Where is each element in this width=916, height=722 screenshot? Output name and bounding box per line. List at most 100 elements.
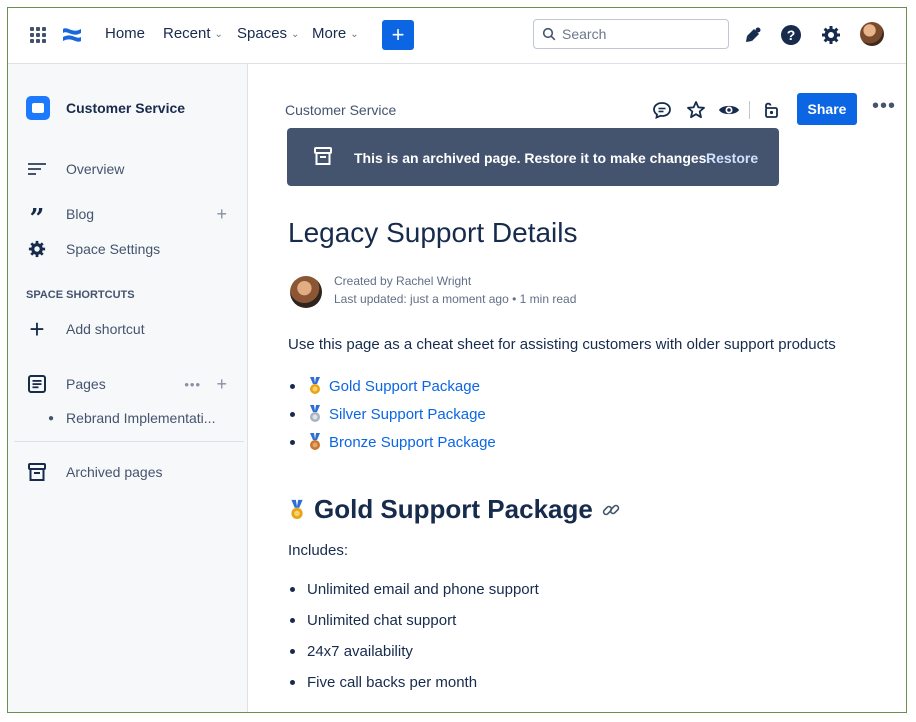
bullet-icon bbox=[290, 587, 295, 592]
search-icon bbox=[542, 27, 556, 41]
space-icon bbox=[26, 96, 50, 120]
feature-text: Five call backs per month bbox=[307, 674, 478, 691]
bronze-medal-icon bbox=[310, 433, 320, 450]
feature-text: Unlimited email and phone support bbox=[307, 581, 539, 598]
section-heading: Gold Support Package bbox=[288, 494, 621, 525]
list-item: Unlimited email and phone support bbox=[290, 574, 539, 605]
space-header[interactable]: Customer Service bbox=[26, 96, 185, 120]
sidebar: Customer Service Overview ” Blog + Space… bbox=[8, 64, 248, 712]
list-item: Unlimited chat support bbox=[290, 605, 539, 636]
banner-message: This is an archived page. Restore it to … bbox=[354, 150, 711, 166]
overview-icon bbox=[26, 158, 48, 180]
nav-more-label: More bbox=[312, 25, 347, 42]
notifications-icon[interactable] bbox=[742, 24, 764, 46]
more-actions-icon[interactable]: ••• bbox=[872, 96, 896, 116]
nav-home-link[interactable]: Home bbox=[105, 25, 145, 42]
nav-home-label: Home bbox=[105, 25, 146, 42]
chevron-down-icon: ⌄ bbox=[350, 29, 359, 40]
nav-spaces-dropdown[interactable]: Spaces ⌄ bbox=[237, 25, 299, 42]
sidebar-item-label: Overview bbox=[66, 161, 125, 177]
chevron-down-icon: ⌄ bbox=[291, 29, 300, 40]
more-options-icon[interactable]: ••• bbox=[184, 377, 201, 392]
bullet-icon bbox=[290, 383, 295, 389]
add-shortcut-label: Add shortcut bbox=[66, 321, 145, 337]
bullet-icon bbox=[290, 618, 295, 623]
bullet-icon bbox=[290, 680, 295, 685]
includes-label: Includes: bbox=[288, 542, 349, 559]
intro-paragraph: Use this page as a cheat sheet for assis… bbox=[288, 336, 836, 353]
toc-list: Gold Support Package Silver Support Pack… bbox=[290, 372, 496, 456]
bullet-icon bbox=[290, 439, 295, 445]
comment-icon[interactable] bbox=[652, 99, 672, 121]
sidebar-item-overview[interactable]: Overview bbox=[26, 158, 231, 180]
divider bbox=[14, 441, 244, 442]
plus-icon: + bbox=[29, 313, 45, 344]
quote-icon: ” bbox=[29, 204, 45, 234]
sidebar-item-archived-pages[interactable]: Archived pages bbox=[26, 461, 231, 483]
silver-medal-icon bbox=[310, 405, 320, 422]
sidebar-item-label: Pages bbox=[66, 376, 106, 392]
archive-icon bbox=[26, 461, 48, 483]
svg-text:?: ? bbox=[787, 27, 796, 43]
author-avatar[interactable] bbox=[290, 276, 322, 308]
sidebar-item-space-settings[interactable]: Space Settings bbox=[26, 238, 231, 260]
created-by[interactable]: Created by Rachel Wright bbox=[334, 274, 471, 288]
last-updated-text[interactable]: Last updated: just a moment ago bbox=[334, 292, 509, 306]
toc-link-gold[interactable]: Gold Support Package bbox=[329, 378, 480, 395]
space-name: Customer Service bbox=[66, 100, 186, 116]
list-item: Bronze Support Package bbox=[290, 428, 496, 456]
archived-banner: This is an archived page. Restore it to … bbox=[287, 128, 779, 186]
last-updated: Last updated: just a moment ago • 1 min … bbox=[334, 292, 576, 306]
add-blog-icon[interactable]: + bbox=[216, 204, 227, 225]
help-icon[interactable]: ? bbox=[780, 24, 802, 46]
feature-text: 24x7 availability bbox=[307, 643, 413, 660]
toc-link-silver[interactable]: Silver Support Package bbox=[329, 406, 486, 423]
gold-medal-icon bbox=[310, 377, 320, 394]
unlock-icon[interactable] bbox=[761, 99, 781, 121]
create-button[interactable]: + bbox=[382, 20, 414, 50]
sidebar-item-pages[interactable]: Pages ••• + bbox=[26, 373, 231, 395]
list-item: Silver Support Package bbox=[290, 400, 496, 428]
nav-recent-label: Recent bbox=[163, 25, 211, 42]
page-tree-item[interactable]: ● Rebrand Implementati... bbox=[48, 410, 215, 426]
add-shortcut-button[interactable]: + Add shortcut bbox=[26, 313, 231, 344]
page-title: Legacy Support Details bbox=[288, 217, 578, 248]
sidebar-item-label: Space Settings bbox=[66, 241, 161, 257]
list-item: Five call backs per month bbox=[290, 667, 539, 698]
nav-recent-dropdown[interactable]: Recent ⌄ bbox=[163, 25, 223, 42]
star-icon[interactable] bbox=[686, 99, 706, 121]
search-input[interactable]: Search bbox=[533, 19, 729, 49]
space-shortcuts-heading: SPACE SHORTCUTS bbox=[26, 289, 135, 301]
top-navigation: Home Recent ⌄ Spaces ⌄ More ⌄ + Search ? bbox=[8, 8, 906, 64]
read-time: 1 min read bbox=[519, 292, 577, 306]
user-avatar[interactable] bbox=[860, 22, 884, 46]
settings-icon[interactable] bbox=[820, 24, 842, 46]
page-tree-label: Rebrand Implementati... bbox=[66, 410, 216, 426]
sidebar-item-blog[interactable]: ” Blog + bbox=[26, 198, 231, 234]
divider bbox=[749, 99, 750, 121]
section-heading-text: Gold Support Package bbox=[314, 494, 593, 524]
app-window: Home Recent ⌄ Spaces ⌄ More ⌄ + Search ? Cu… bbox=[7, 7, 907, 713]
add-page-icon[interactable]: + bbox=[216, 374, 227, 395]
bullet-icon bbox=[290, 649, 295, 654]
breadcrumb[interactable]: Customer Service bbox=[285, 102, 396, 118]
search-placeholder: Search bbox=[562, 26, 607, 42]
watch-icon[interactable] bbox=[718, 99, 740, 121]
link-icon[interactable] bbox=[601, 500, 621, 520]
list-item: 24x7 availability bbox=[290, 636, 539, 667]
share-button[interactable]: Share bbox=[797, 93, 857, 125]
confluence-logo-icon[interactable] bbox=[62, 24, 82, 46]
archive-icon bbox=[314, 147, 332, 170]
gear-icon bbox=[26, 238, 48, 260]
nav-spaces-label: Spaces bbox=[237, 25, 288, 42]
apps-grid-icon[interactable] bbox=[30, 27, 46, 43]
pages-icon bbox=[26, 373, 48, 395]
list-item: Gold Support Package bbox=[290, 372, 496, 400]
restore-button[interactable]: Restore bbox=[706, 150, 758, 166]
bullet-icon: ● bbox=[48, 412, 55, 424]
bullet-icon bbox=[290, 411, 295, 417]
nav-more-dropdown[interactable]: More ⌄ bbox=[312, 25, 359, 42]
sidebar-item-label: Blog bbox=[66, 206, 95, 222]
features-list: Unlimited email and phone support Unlimi… bbox=[290, 574, 539, 698]
toc-link-bronze[interactable]: Bronze Support Package bbox=[329, 434, 496, 451]
